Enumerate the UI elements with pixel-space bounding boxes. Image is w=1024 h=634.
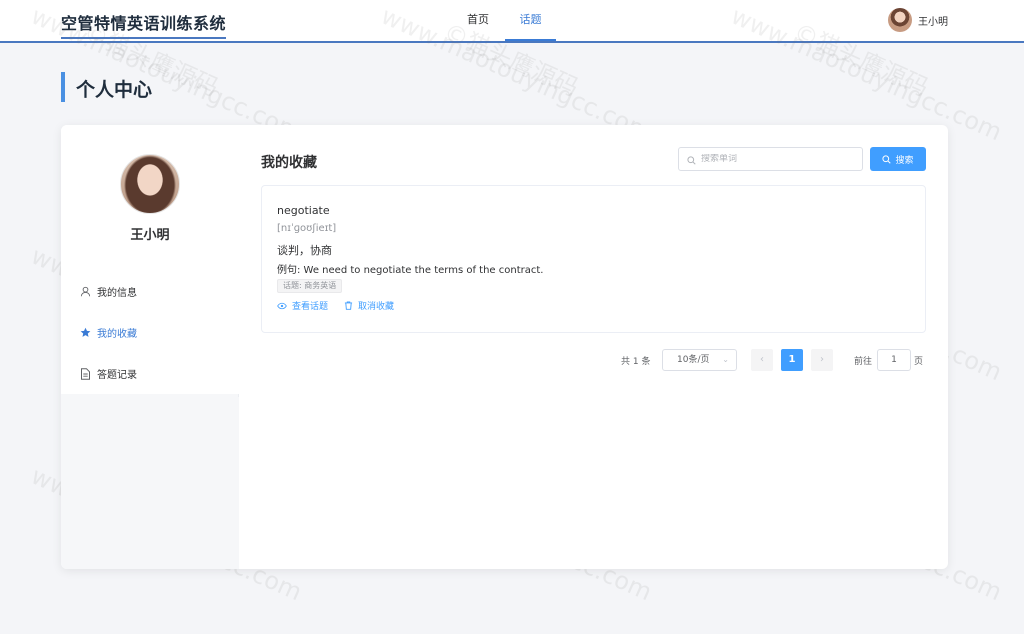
sidebar-item-answer-history[interactable]: 答题记录: [61, 353, 239, 394]
profile-card: 王小明 我的信息 我的收藏 答题记录 我的收藏 搜索单词 搜索 negotiat…: [61, 125, 948, 569]
sidebar: 王小明 我的信息 我的收藏 答题记录: [61, 125, 239, 569]
goto-page-input[interactable]: 1: [877, 349, 911, 371]
prev-page-button[interactable]: ‹: [751, 349, 773, 371]
sidebar-item-label: 答题记录: [97, 370, 137, 381]
search-input[interactable]: [701, 154, 861, 164]
sidebar-item-my-favorites[interactable]: 我的收藏: [61, 312, 239, 353]
main-nav: 首页 话题: [0, 0, 1024, 41]
sidebar-menu: 我的信息 我的收藏 答题记录: [61, 271, 239, 394]
example-sentence: 例句: We need to negotiate the terms of th…: [277, 265, 544, 276]
chevron-right-icon: ›: [820, 354, 824, 365]
card-actions: 查看话题 取消收藏: [277, 299, 410, 312]
user-icon: [79, 286, 91, 298]
word-meaning: 谈判，协商: [277, 244, 332, 257]
trash-icon: [344, 301, 353, 310]
eye-icon: [277, 302, 287, 310]
section-title: 我的收藏: [261, 155, 317, 171]
page-size-select[interactable]: 10条/页 ⌄: [662, 349, 737, 371]
search-field[interactable]: [678, 147, 863, 171]
profile-name: 王小明: [130, 228, 170, 243]
nav-home[interactable]: 首页: [458, 0, 498, 41]
next-page-button[interactable]: ›: [811, 349, 833, 371]
user-name[interactable]: 王小明: [918, 13, 948, 28]
word: negotiate: [277, 204, 330, 217]
view-topic-label: 查看话题: [292, 302, 329, 312]
star-icon: [79, 327, 91, 339]
avatar[interactable]: [888, 8, 912, 32]
unfavorite-label: 取消收藏: [358, 302, 395, 312]
sidebar-item-label: 我的信息: [97, 288, 137, 299]
chevron-down-icon: ⌄: [722, 355, 729, 364]
page-title-accent: [61, 72, 65, 102]
phonetic: [nɪˈɡoʊʃieɪt]: [277, 223, 337, 234]
search-button-label: 搜索: [895, 155, 914, 166]
top-navbar: 空管特情英语训练系统 首页 话题 王小明: [0, 0, 1024, 43]
search-button[interactable]: 搜索: [870, 147, 926, 171]
user-menu[interactable]: 王小明: [888, 8, 948, 32]
search-icon: [687, 150, 696, 169]
goto-prefix: 前往: [854, 357, 873, 367]
pagination: 共 1 条 10条/页 ⌄ ‹ 1 › 前往 1 页: [239, 349, 948, 371]
avatar: [120, 154, 180, 214]
document-icon: [79, 367, 91, 380]
unfavorite-link[interactable]: 取消收藏: [344, 299, 394, 312]
page-size-value: 10条/页: [677, 355, 710, 365]
chevron-left-icon: ‹: [760, 354, 764, 365]
topic-tag: 话题: 商务英语: [277, 279, 343, 293]
page-title: 个人中心: [76, 79, 153, 101]
sidebar-item-label: 我的收藏: [97, 329, 137, 340]
favorites-panel: 我的收藏 搜索 negotiate [nɪˈɡoʊʃieɪt] 谈判，协商 例句…: [239, 125, 948, 569]
pagination-total: 共 1 条: [621, 357, 651, 367]
sidebar-empty-area: [61, 397, 239, 569]
profile-summary: 王小明: [61, 125, 239, 271]
view-topic-link[interactable]: 查看话题: [277, 299, 328, 312]
goto-suffix: 页: [914, 357, 924, 367]
sidebar-item-my-info[interactable]: 我的信息: [61, 271, 239, 312]
search-icon: [882, 154, 892, 164]
favorite-word-card: negotiate [nɪˈɡoʊʃieɪt] 谈判，协商 例句: We nee…: [261, 185, 926, 333]
nav-topics[interactable]: 话题: [505, 0, 556, 41]
page-number-button[interactable]: 1: [781, 349, 803, 371]
